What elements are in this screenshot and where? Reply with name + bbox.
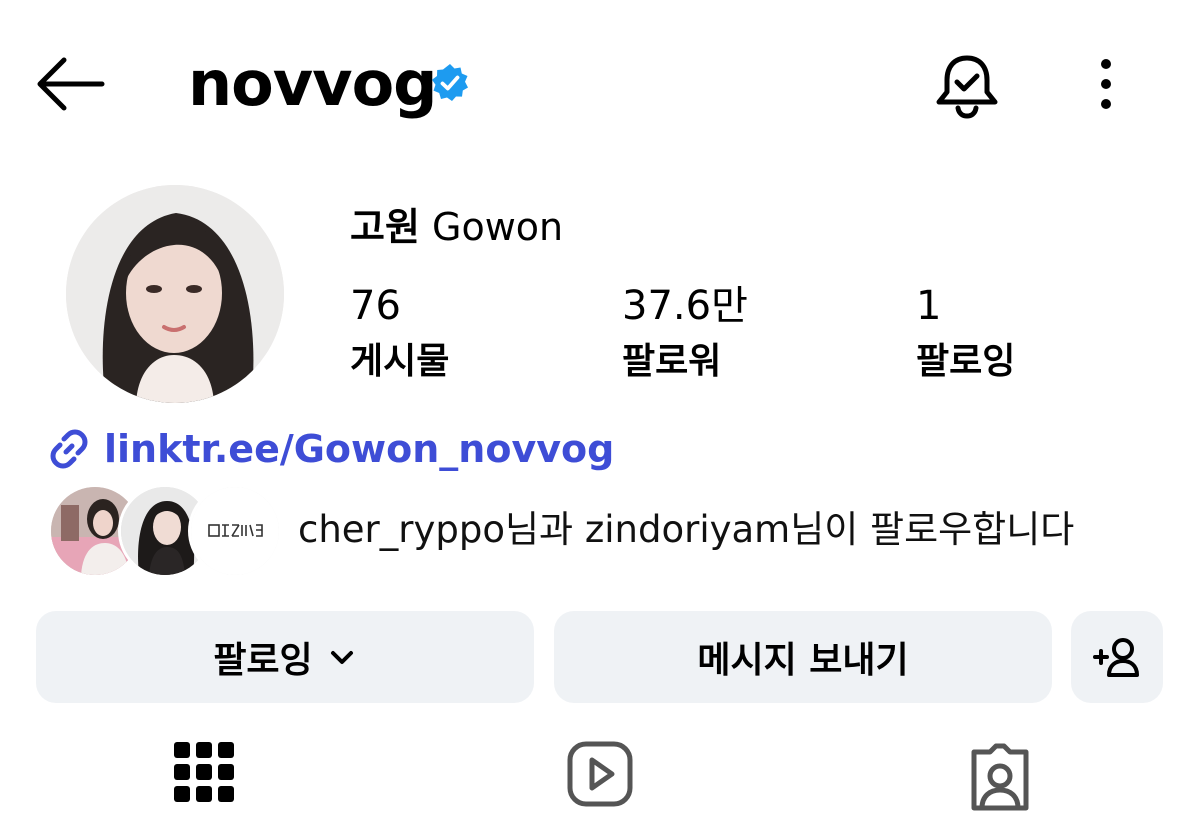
- grid-icon: [174, 742, 234, 802]
- tagged-icon: [971, 743, 1029, 811]
- verified-badge-icon: [430, 63, 470, 103]
- tab-tagged[interactable]: [960, 738, 1040, 818]
- back-button[interactable]: [30, 52, 110, 116]
- profile-link-text: linktr.ee/Gowon_novvog: [104, 427, 615, 471]
- chevron-down-icon: [330, 651, 353, 664]
- stat-following[interactable]: 1 팔로잉: [916, 282, 1015, 388]
- notifications-button[interactable]: [932, 52, 1002, 120]
- bell-check-icon: [936, 55, 998, 119]
- following-button-label: 팔로잉: [213, 640, 313, 681]
- stat-following-value: 1: [916, 283, 942, 329]
- mutual-avatar-3: [188, 484, 282, 578]
- profile-username: novvog: [188, 47, 438, 120]
- mutual-followers-avatars[interactable]: [48, 484, 282, 578]
- stat-posts-label: 게시물: [350, 341, 450, 382]
- stat-followers-label: 팔로워: [622, 341, 722, 382]
- stat-posts[interactable]: 76 게시물: [350, 282, 449, 388]
- link-icon: [50, 429, 88, 469]
- display-name-korean: 고원: [350, 205, 420, 249]
- profile-avatar[interactable]: [66, 185, 284, 403]
- display-name: 고원 Gowon: [350, 203, 563, 251]
- more-vertical-icon: [1101, 59, 1111, 109]
- more-options-button[interactable]: [1090, 54, 1122, 114]
- stat-followers-value: 37.6만: [622, 283, 748, 329]
- display-name-latin: Gowon: [432, 205, 564, 249]
- tab-reels[interactable]: [560, 738, 640, 818]
- arrow-left-icon: [37, 57, 105, 111]
- stat-following-label: 팔로잉: [916, 341, 1016, 382]
- stat-posts-value: 76: [350, 283, 401, 329]
- tab-posts-grid[interactable]: [164, 738, 244, 818]
- message-button-label: 메시지 보내기: [697, 640, 909, 681]
- profile-link[interactable]: linktr.ee/Gowon_novvog: [46, 424, 614, 474]
- following-button[interactable]: 팔로잉: [36, 611, 534, 703]
- reels-icon: [567, 741, 633, 807]
- followed-by-text[interactable]: cher_ryppo님과 zindoriyam님이 팔로우합니다: [298, 506, 1074, 554]
- suggested-users-button[interactable]: [1071, 611, 1163, 703]
- message-button[interactable]: 메시지 보내기: [554, 611, 1052, 703]
- add-person-icon: [1093, 638, 1139, 677]
- stat-followers[interactable]: 37.6만 팔로워: [622, 282, 748, 388]
